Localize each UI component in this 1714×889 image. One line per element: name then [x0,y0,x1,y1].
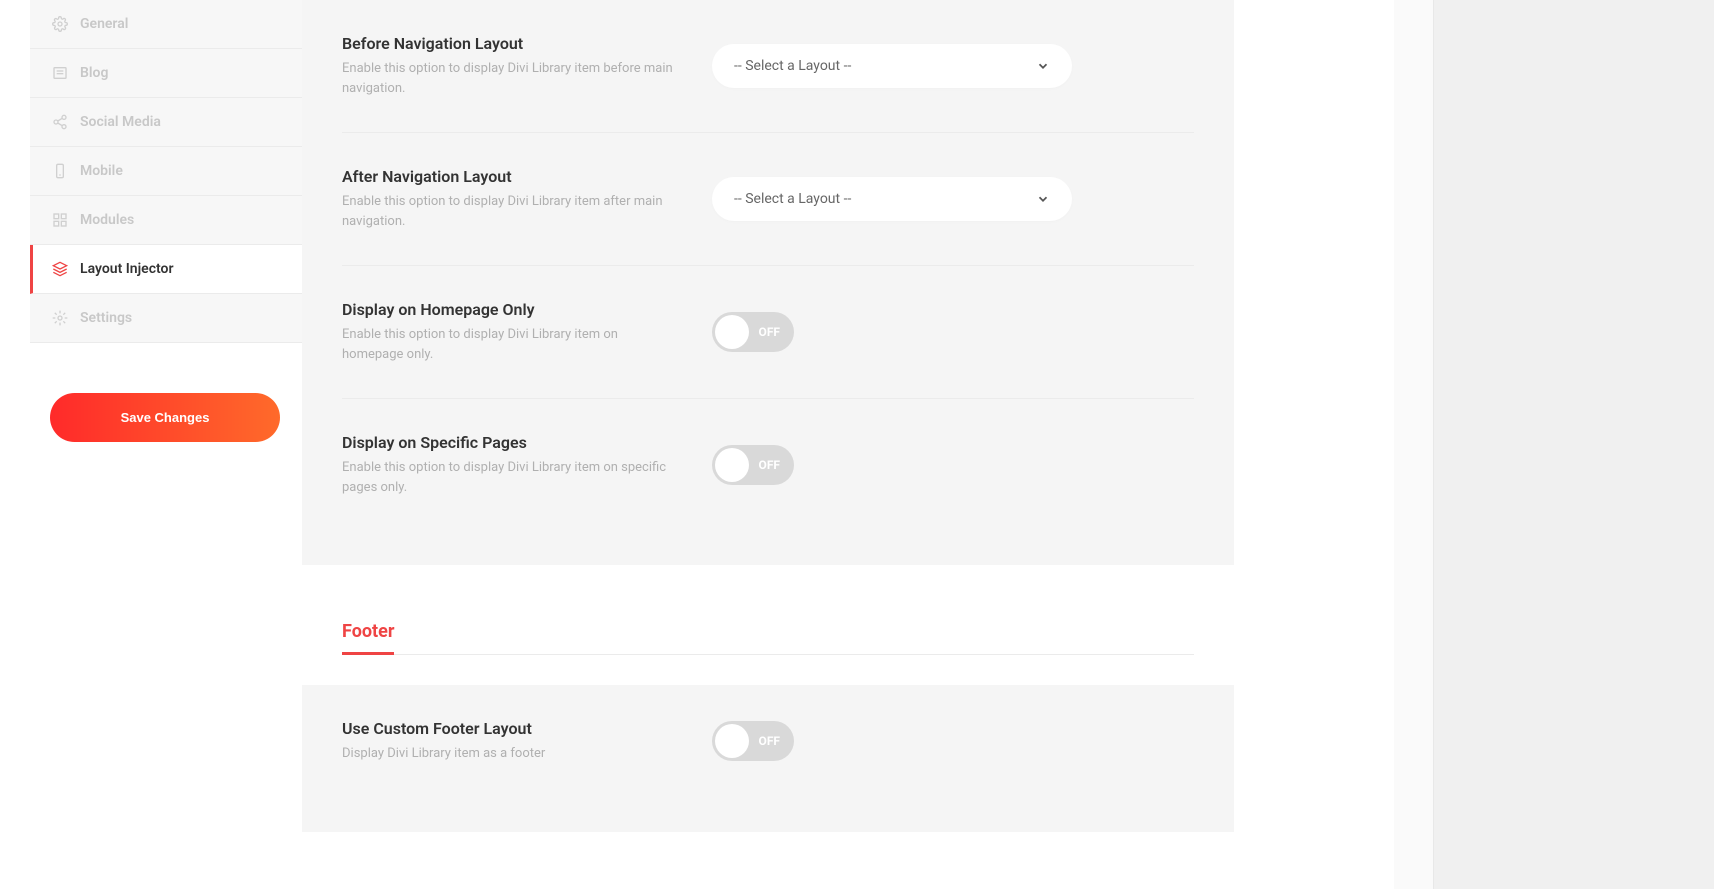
mobile-icon [50,163,70,179]
layers-icon [50,261,70,277]
toggle-state-label: OFF [759,734,780,748]
toggle-specific-pages[interactable]: OFF [712,445,794,485]
sidebar-item-mobile[interactable]: Mobile [30,147,302,196]
sidebar-item-social-media[interactable]: Social Media [30,98,302,147]
sidebar-item-label: Social Media [80,114,161,130]
sidebar-item-label: Layout Injector [80,261,174,277]
news-icon [50,65,70,81]
toggle-state-label: OFF [759,458,780,472]
settings-icon [50,310,70,326]
right-gutter [1434,0,1714,889]
setting-description: Enable this option to display Divi Libra… [342,192,682,231]
toggle-knob [715,315,749,349]
section-header-footer: Footer [342,621,1194,655]
chevron-down-icon [1036,59,1050,73]
layout-select-before-nav[interactable]: -- Select a Layout -- [712,44,1072,88]
setting-row: Before Navigation Layout Enable this opt… [342,0,1194,133]
share-icon [50,114,70,130]
sidebar-item-general[interactable]: General [30,0,302,49]
sidebar-item-label: Modules [80,212,134,228]
sidebar-item-settings[interactable]: Settings [30,294,302,343]
setting-title: Before Navigation Layout [342,34,682,53]
toggle-knob [715,448,749,482]
modules-icon [50,212,70,228]
toggle-custom-footer[interactable]: OFF [712,721,794,761]
settings-panel: Before Navigation Layout Enable this opt… [302,0,1234,565]
setting-title: Display on Specific Pages [342,433,682,452]
setting-description: Enable this option to display Divi Libra… [342,325,682,364]
sidebar-item-blog[interactable]: Blog [30,49,302,98]
layout-select-after-nav[interactable]: -- Select a Layout -- [712,177,1072,221]
setting-row: Display on Specific Pages Enable this op… [342,399,1194,531]
setting-description: Enable this option to display Divi Libra… [342,458,682,497]
toggle-knob [715,724,749,758]
setting-row: Display on Homepage Only Enable this opt… [342,266,1194,399]
setting-row: After Navigation Layout Enable this opti… [342,133,1194,266]
footer-panel: Use Custom Footer Layout Display Divi Li… [302,685,1234,832]
sidebar-item-label: Blog [80,65,108,81]
right-divider [1394,0,1434,889]
sidebar-item-modules[interactable]: Modules [30,196,302,245]
setting-row: Use Custom Footer Layout Display Divi Li… [342,685,1194,798]
save-changes-button[interactable]: Save Changes [50,393,280,442]
sidebar-item-label: Settings [80,310,132,326]
section-title: Footer [342,621,394,655]
setting-title: Display on Homepage Only [342,300,682,319]
setting-description: Enable this option to display Divi Libra… [342,59,682,98]
setting-title: After Navigation Layout [342,167,682,186]
sidebar-item-label: General [80,16,128,32]
sidebar: General Blog Social Media Mobile [0,0,302,889]
toggle-state-label: OFF [759,325,780,339]
main-content: Before Navigation Layout Enable this opt… [302,0,1394,889]
sidebar-item-label: Mobile [80,163,123,179]
sidebar-item-layout-injector[interactable]: Layout Injector [30,245,302,294]
select-value: -- Select a Layout -- [734,58,851,74]
chevron-down-icon [1036,192,1050,206]
toggle-homepage-only[interactable]: OFF [712,312,794,352]
setting-description: Display Divi Library item as a footer [342,744,682,764]
select-value: -- Select a Layout -- [734,191,851,207]
setting-title: Use Custom Footer Layout [342,719,682,738]
gear-icon [50,16,70,32]
